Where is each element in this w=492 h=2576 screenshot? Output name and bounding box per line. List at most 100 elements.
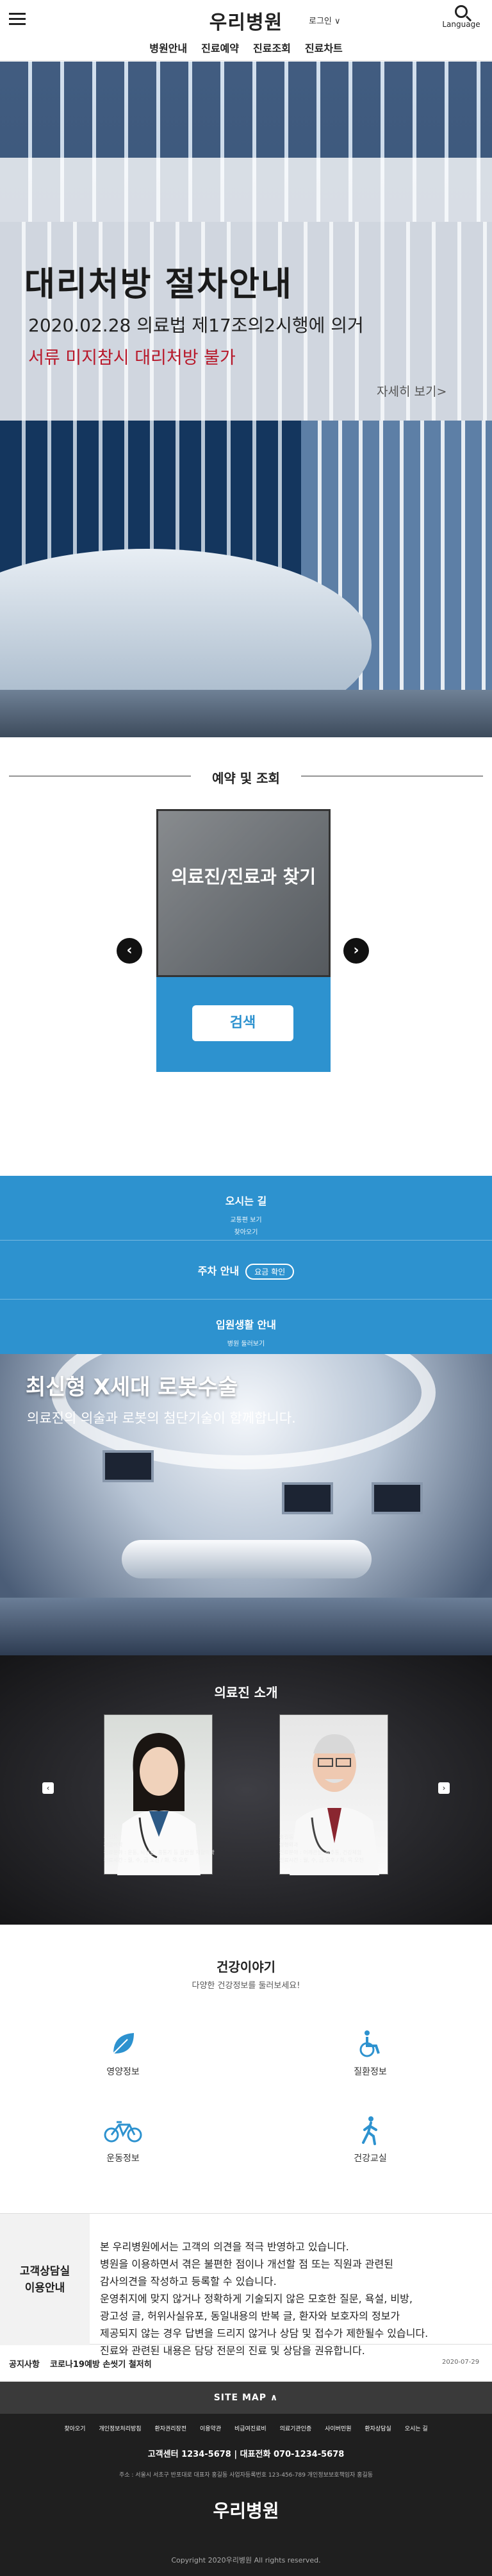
footer-links: 찾아오기 개인정보처리방침 환자권리장전 이용약관 비급여진료비 의료기관인증 … [0,2423,492,2436]
footer-copyright: Copyright 2020우리병원 All rights reserved. [171,2556,321,2564]
robot-subtitle: 의료진의 의술과 로봇의 첨단기술이 함께합니다. [27,1410,296,1426]
leaf-icon [108,2029,138,2059]
nav-item-lookup[interactable]: 진료조회 [253,40,291,55]
hero-subtitle: 2020.02.28 의료법 제17조의2시행에 의거 [28,315,364,336]
inpatient-bar[interactable]: 입원생활 안내 병원 둘러보기 [0,1299,492,1354]
footer-link[interactable]: 개인정보처리방침 [99,2426,141,2432]
walking-icon [356,2116,385,2145]
language-button[interactable]: Language [441,5,482,29]
doctor-prev-icon[interactable]: ‹ [42,1782,54,1794]
footer-link[interactable]: 찾아오기 [64,2426,85,2432]
counsel-label: 고객상담실 이용안내 [0,2214,90,2345]
main-nav: 병원안내 진료예약 진료조회 진료차트 [0,40,492,55]
counsel-line: 병원을 이용하면서 겪은 불편한 점이나 개선할 점 또는 직원과 관련된 [100,2258,393,2270]
notice-label: 공지사항 [9,2360,40,2370]
parking-fee-badge[interactable]: 요금 확인 [245,1264,295,1280]
doctor-search-card[interactable]: 의료진/진료과 찾기 [156,809,331,977]
hero-title: 대리처방 절차안내 [24,265,293,304]
doctor-name: 홍길동 [104,1834,119,1840]
wheelchair-icon [356,2029,385,2059]
health-item-label: 운동정보 [106,2154,140,2164]
login-dropdown[interactable]: 로그인 ∨ [309,14,341,26]
building-ground [0,690,492,737]
footer-link[interactable]: 환자권리장전 [154,2426,186,2432]
doctor-next-icon[interactable]: › [438,1782,450,1794]
counsel-line: 감사의견을 작성하고 등록할 수 있습니다. [100,2275,277,2287]
robot-surgery-banner[interactable]: 최신형 X세대 로봇수술 의료진의 의술과 로봇의 첨단기술이 함께합니다. [0,1354,492,1655]
doctor-hours: 진료시간 : 월, 수, 금 오전 / 화, 목 오후 [104,1857,188,1863]
surgery-monitor [372,1482,423,1514]
robot-title: 최신형 X세대 로봇수술 [26,1375,238,1400]
card-overlay [158,811,329,975]
search-button[interactable]: 검색 [192,1005,293,1041]
site-logo[interactable]: 우리병원 [0,6,492,35]
hero-banner: 대리처방 절차안내 2020.02.28 의료법 제17조의2시행에 의거 서류… [0,62,492,737]
next-arrow-icon[interactable]: › [343,938,369,964]
footer-address: 주소 : 서울시 서초구 반포대로 대표자 홍길동 사업자등록번호 123-45… [119,2472,373,2479]
footer-link[interactable]: 사이버민원 [325,2426,351,2432]
doctor-name: 홍길동 [279,1834,294,1840]
parking-title: 주차 안내 [197,1265,240,1277]
footer-logo: 우리병원 [213,2500,279,2522]
surgery-room-floor [0,1598,492,1655]
doctor-info: 홍길동 재활의학 진료분야 : 운동, 뇌신경, 흉통기 등 골관절 재활의학 … [104,1834,215,1864]
site-header: 우리병원 로그인 ∨ Language 병원안내 진료예약 진료조회 진료차트 [0,0,492,61]
nav-item-hospital-info[interactable]: 병원안내 [149,40,187,55]
reservation-title: 예약 및 조회 [212,771,280,786]
directions-sub2: 찾아오기 [234,1229,258,1236]
surgery-monitor [282,1482,333,1514]
operating-table [122,1540,372,1578]
doctor-info: 홍길동 정형외과 진료분야 : 어깨관절, 척추통, 건강체험 진료시간 : 월… [279,1834,364,1864]
counsel-text: 본 우리병원에서는 고객의 의견을 적극 반영하고 있습니다. 병원을 이용하면… [100,2238,484,2359]
health-subtitle: 다양한 건강정보를 둘러보세요! [192,1981,300,1991]
health-item-disease[interactable]: 질환정보 [319,2029,422,2078]
card-label: 의료진/진료과 찾기 [170,866,316,887]
counsel-line: 운영취지에 맞지 않거나 정확하게 기술되지 않은 모호한 질문, 욕설, 비방… [100,2293,413,2305]
footer-tel: 고객센터 1234-5678 | 대표전화 070-1234-5678 [147,2450,345,2459]
prev-arrow-icon[interactable]: ‹ [117,938,142,964]
health-item-label: 건강교실 [354,2154,387,2164]
nav-item-chart[interactable]: 진료차트 [305,40,343,55]
directions-title: 오시는 길 [225,1195,267,1207]
footer-link[interactable]: 오시는 길 [405,2426,428,2432]
health-item-label: 질환정보 [354,2067,387,2077]
inpatient-title: 입원생활 안내 [216,1319,276,1331]
search-icon [455,5,468,18]
directions-bar[interactable]: 오시는 길 교통편 보기 찾아오기 [0,1176,492,1240]
doctor-hours: 진료시간 : 월, 수, 금 오후 / 화, 목 오전 [279,1857,364,1863]
customer-counsel: 고객상담실 이용안내 본 우리병원에서는 고객의 의견을 적극 반영하고 있습니… [0,2213,492,2357]
counsel-label-line1: 고객상담실 [19,2264,70,2278]
surgery-monitor [102,1450,154,1482]
inpatient-sub: 병원 둘러보기 [227,1341,265,1348]
doctor-field: 진료분야 : 운동, 뇌신경, 흉통기 등 골관절 재활의학 [104,1850,215,1855]
health-title: 건강이야기 [217,1959,275,1975]
search-panel: 검색 [156,977,331,1072]
counsel-line: 제공되지 않는 경우 답변을 드리지 않거나 상담 및 접수가 제한될수 있습니… [100,2327,429,2339]
doctor-dept: 정형외과 [279,1842,299,1848]
counsel-line: 본 우리병원에서는 고객의 의견을 적극 반영하고 있습니다. [100,2241,349,2253]
hero-more-link[interactable]: 자세히 보기> [377,382,447,399]
footer-link[interactable]: 이용약관 [200,2426,221,2432]
footer-link[interactable]: 환자상담실 [365,2426,391,2432]
notice-date: 2020-07-29 [442,2359,480,2366]
health-item-nutrition[interactable]: 영양정보 [72,2029,174,2078]
site-footer: 찾아오기 개인정보처리방침 환자권리장전 이용약관 비급여진료비 의료기관인증 … [0,2414,492,2576]
bicycle-icon [104,2116,142,2145]
directions-sub: 교통편 보기 [230,1217,262,1224]
counsel-line: 광고성 글, 허위사실유포, 동일내용의 반복 글, 환자와 보호자의 정보가 [100,2310,400,2322]
footer-link[interactable]: 의료기관인증 [280,2426,312,2432]
notice-bar[interactable]: 공지사항 코로나19예방 손씻기 철저히 2020-07-29 [0,2345,492,2382]
counsel-label-line2: 이용안내 [24,2281,65,2295]
health-item-label: 영양정보 [106,2067,140,2077]
footer-link[interactable]: 비급여진료비 [234,2426,266,2432]
health-item-class[interactable]: 건강교실 [319,2116,422,2164]
doctors-title: 의료진 소개 [214,1685,278,1700]
sitemap-toggle[interactable]: SITE MAP ∧ [0,2382,492,2414]
health-item-exercise[interactable]: 운동정보 [72,2116,174,2164]
parking-bar[interactable]: 주차 안내 요금 확인 [0,1240,492,1299]
notice-text[interactable]: 코로나19예방 손씻기 철저히 [50,2357,152,2370]
doctors-section: 의료진 소개 ‹ › 홍길동 재활의학 진료분야 : 운동, 뇌신경, 흉통기 … [0,1655,492,1925]
nav-item-reservation[interactable]: 진료예약 [201,40,239,55]
doctor-dept: 재활의학 [104,1842,123,1848]
doctor-field: 진료분야 : 어깨관절, 척추통, 건강체험 [279,1850,362,1855]
